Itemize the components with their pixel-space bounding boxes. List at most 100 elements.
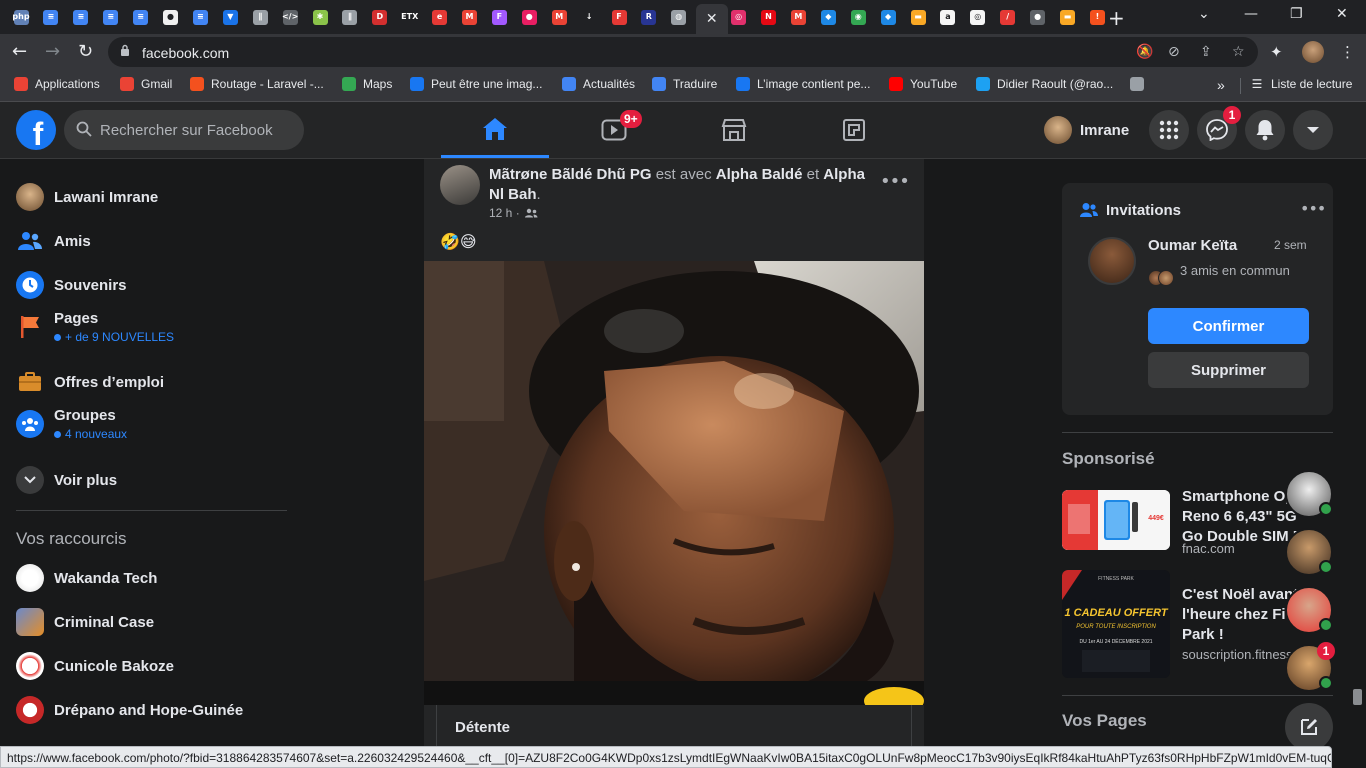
browser-tab[interactable]: ≡ (98, 4, 124, 30)
sidebar-item-pages[interactable]: Pages + de 9 NOUVELLES (8, 305, 292, 349)
browser-tab[interactable]: ● (1025, 4, 1051, 30)
bookmark-item[interactable]: Peut être une imag... (410, 77, 542, 91)
post-author-avatar[interactable] (440, 165, 480, 205)
browser-tab[interactable]: ◉ (845, 4, 871, 30)
bookmark-star-icon[interactable]: ☆ (1232, 44, 1245, 60)
reading-list-button[interactable]: ☰ Liste de lecture (1250, 77, 1353, 91)
browser-tab[interactable]: R (636, 4, 662, 30)
shortcut-item[interactable]: Criminal Case (8, 600, 292, 644)
facebook-logo-icon[interactable]: f (16, 110, 56, 150)
browser-tab[interactable]: ∥ (247, 4, 273, 30)
active-tab[interactable]: ✕ (695, 4, 728, 34)
browser-tab[interactable]: M (457, 4, 483, 30)
mutual-friends-count[interactable]: 3 amis en commun (1180, 261, 1290, 281)
browser-tab[interactable]: ≡ (128, 4, 154, 30)
page-scrollbar[interactable] (1350, 159, 1366, 749)
post-author-name[interactable]: Mãtrøne Bãldé Dhũ PG (489, 166, 652, 183)
shortcut-item[interactable]: Wakanda Tech (8, 556, 292, 600)
notifications-blocked-icon[interactable]: 🔕 (1136, 44, 1153, 60)
delete-request-button[interactable]: Supprimer (1148, 352, 1309, 388)
browser-tab[interactable]: N (756, 4, 782, 30)
browser-tab[interactable]: ◆ (875, 4, 901, 30)
sidebar-item-groupes[interactable]: Groupes 4 nouveaux (8, 402, 292, 446)
chat-head-contact-3[interactable] (1285, 586, 1333, 634)
browser-tab[interactable]: ! (1084, 4, 1110, 30)
chat-head-contact-1[interactable] (1285, 470, 1333, 518)
bookmark-item[interactable]: L’image contient pe... (736, 77, 870, 91)
browser-tab[interactable]: ● (158, 4, 184, 30)
account-button[interactable] (1293, 110, 1333, 150)
browser-tab[interactable]: ◎ (726, 4, 752, 30)
menu-button[interactable] (1149, 110, 1189, 150)
profile-shortcut[interactable]: Imrane (1044, 114, 1129, 146)
requester-name[interactable]: Oumar Keïta (1148, 237, 1237, 254)
restore-icon[interactable]: ❐ (1290, 6, 1303, 22)
browser-tab[interactable]: M (785, 4, 811, 30)
browser-tab[interactable]: ● (516, 4, 542, 30)
browser-tab[interactable]: </> (277, 4, 303, 30)
browser-tab[interactable]: ▬ (1055, 4, 1081, 30)
bookmark-item[interactable]: Applications (14, 77, 100, 91)
post-time[interactable]: 12 h · (489, 206, 520, 220)
requester-avatar[interactable] (1088, 237, 1136, 285)
sponsored-ad-2[interactable]: FITNESS PARK 1 CADEAU OFFERT POUR TOUTE … (1062, 570, 1322, 678)
hide-eye-icon[interactable]: ⊘ (1168, 44, 1180, 60)
tab-groups[interactable] (800, 102, 908, 158)
scrollbar-thumb[interactable] (1353, 689, 1362, 705)
sidebar-item-amis[interactable]: Amis (8, 219, 292, 263)
bookmark-item[interactable]: Didier Raoult (@rao... (976, 77, 1113, 91)
messenger-button[interactable]: 1 (1197, 106, 1241, 150)
sidebar-item-offres-d-emploi[interactable]: Offres d’emploi (8, 360, 292, 404)
browser-tab[interactable]: ▼ (217, 4, 243, 30)
extensions-puzzle-icon[interactable]: ✦ (1270, 43, 1283, 61)
browser-tab[interactable]: ≡ (68, 4, 94, 30)
browser-tab[interactable]: ◆ (815, 4, 841, 30)
post-photo[interactable] (424, 261, 924, 705)
chat-head-contact-2[interactable] (1285, 528, 1333, 576)
browser-menu-icon[interactable]: ⋮ (1340, 43, 1355, 61)
bookmark-item[interactable]: YouTube (889, 77, 957, 91)
shortcut-item[interactable]: Cunicole Bakoze (8, 644, 292, 688)
browser-tab[interactable]: D (367, 4, 393, 30)
shortcut-item[interactable]: Drépano and Hope-Guinée (8, 688, 292, 732)
sidebar-item-lawani-imrane[interactable]: Lawani Imrane (8, 175, 292, 219)
post-tag-1[interactable]: Alpha Baldé (716, 166, 803, 183)
bookmark-item[interactable]: Actualités (562, 77, 635, 91)
browser-tab[interactable]: M (546, 4, 572, 30)
sidebar-item-souvenirs[interactable]: Souvenirs (8, 263, 292, 307)
browser-tab[interactable]: ◍ (666, 4, 692, 30)
invitations-options-icon[interactable]: ••• (1300, 199, 1326, 218)
confirm-request-button[interactable]: Confirmer (1148, 308, 1309, 344)
bookmark-item[interactable]: Gmail (120, 77, 172, 91)
browser-tab[interactable]: ◎ (965, 4, 991, 30)
browser-tab[interactable]: ∥ (337, 4, 363, 30)
tab-marketplace[interactable] (680, 102, 788, 158)
browser-tab[interactable]: / (995, 4, 1021, 30)
new-tab-button[interactable]: + (1108, 6, 1125, 30)
bookmark-item[interactable]: Maps (342, 77, 392, 91)
browser-tab[interactable]: F (486, 4, 512, 30)
browser-tab[interactable]: ▬ (905, 4, 931, 30)
bookmark-item[interactable] (1130, 77, 1151, 91)
post-album-caption[interactable]: Détente (436, 705, 912, 749)
new-message-button[interactable] (1285, 703, 1333, 751)
browser-tab[interactable]: php (8, 4, 34, 30)
browser-tab[interactable]: F (606, 4, 632, 30)
post-options-icon[interactable]: ••• (880, 171, 910, 192)
browser-tab[interactable]: ≡ (38, 4, 64, 30)
reload-icon[interactable]: ↻ (78, 41, 93, 62)
browser-tab[interactable]: ✱ (307, 4, 333, 30)
address-bar[interactable]: facebook.com 🔕 ⊘ ⇪ ☆ (108, 37, 1258, 67)
more-bookmarks-button[interactable]: » (1217, 77, 1225, 93)
forward-icon[interactable]: → (45, 41, 60, 62)
tab-watch[interactable]: 9+ (560, 102, 668, 158)
tab-search-icon[interactable]: ⌄ (1198, 6, 1210, 22)
browser-tab[interactable]: e (427, 4, 453, 30)
browser-tab[interactable]: ETX (397, 4, 423, 30)
minimize-icon[interactable]: — (1244, 6, 1258, 22)
browser-tab[interactable]: a (935, 4, 961, 30)
browser-profile-avatar[interactable] (1302, 41, 1324, 63)
tab-home[interactable] (441, 102, 549, 158)
chat-head-contact-4[interactable]: 1 (1285, 642, 1335, 692)
bookmark-item[interactable]: Traduire (652, 77, 717, 91)
